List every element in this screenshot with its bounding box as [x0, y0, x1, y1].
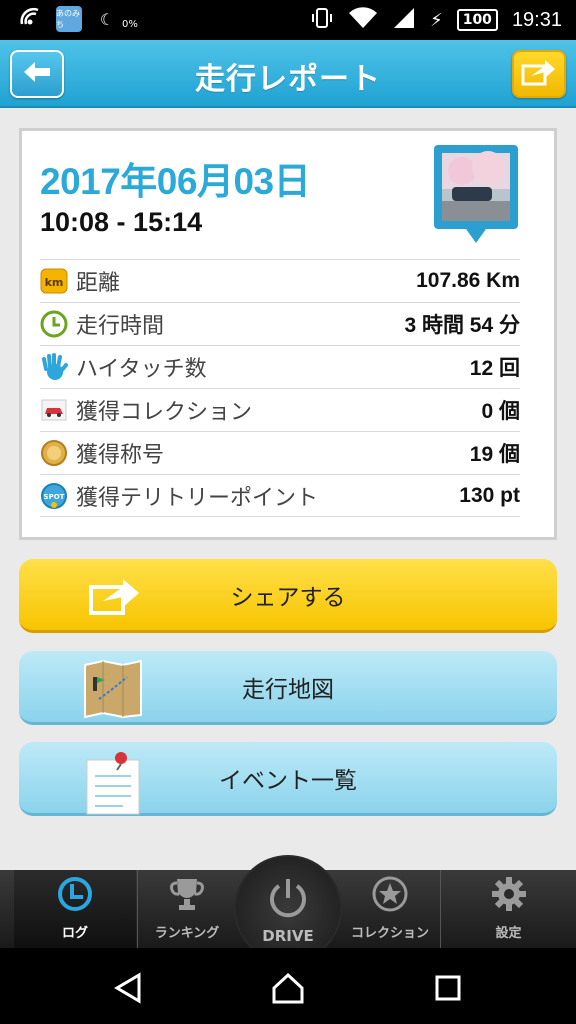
- drive-button[interactable]: DRIVE: [234, 855, 342, 963]
- system-nav-bar: [0, 948, 576, 1024]
- row-distance: km 距離 107.86 Km: [40, 259, 520, 302]
- tab-log[interactable]: ログ: [14, 870, 136, 948]
- drive-map-button[interactable]: 走行地図: [19, 651, 557, 725]
- status-clock: 19:31: [511, 8, 562, 31]
- nav-recents-icon[interactable]: [428, 968, 468, 1008]
- car-icon: [40, 396, 68, 424]
- vibrate-icon: [310, 6, 334, 34]
- report-card: 2017年06月03日 10:08 - 15:14 km 距離 107.86 K…: [19, 128, 557, 540]
- svg-text:SPOT: SPOT: [44, 493, 65, 501]
- share-label: シェアする: [230, 584, 346, 611]
- share-button[interactable]: シェアする: [19, 559, 557, 633]
- event-list-label: イベント一覧: [219, 767, 357, 794]
- header-share-button[interactable]: [512, 50, 566, 98]
- log-clock-icon: [56, 875, 94, 917]
- charging-icon: ⚡: [430, 9, 443, 31]
- tab-settings[interactable]: 設定: [441, 870, 576, 948]
- trophy-icon: [169, 875, 205, 917]
- moon-icon: ☾: [99, 9, 115, 29]
- app-header: 走行レポート: [0, 40, 576, 108]
- star-circle-icon: [371, 875, 409, 917]
- row-drive-time: 走行時間 3 時間 54 分: [40, 302, 520, 345]
- memo-pin-icon: [83, 750, 143, 815]
- nav-back-icon[interactable]: [108, 968, 148, 1008]
- signal-icon: [392, 6, 416, 34]
- status-bar: あのみち ☾ 0% ⚡ 100 19:31: [0, 0, 576, 40]
- photo-pin-thumbnail[interactable]: [432, 143, 520, 253]
- clock-icon: [40, 310, 68, 338]
- share-icon: [521, 58, 557, 90]
- app-badge-icon: あのみち: [56, 6, 82, 32]
- svg-text:km: km: [45, 276, 64, 289]
- battery-level: 100: [456, 9, 498, 31]
- page-title: 走行レポート: [195, 62, 381, 97]
- km-icon: km: [40, 267, 68, 295]
- row-territory-points: SPOT 獲得テリトリーポイント 130 pt: [40, 474, 520, 517]
- wifi-call-icon: [18, 6, 44, 32]
- event-list-button[interactable]: イベント一覧: [19, 742, 557, 816]
- hand-icon: [40, 353, 68, 381]
- gear-icon: [490, 875, 528, 917]
- tab-ranking[interactable]: ランキング: [137, 870, 237, 948]
- status-percent: 0%: [122, 18, 138, 30]
- map-icon: [83, 659, 143, 719]
- wifi-icon: [348, 6, 378, 34]
- row-titles: 獲得称号 19 個: [40, 431, 520, 474]
- report-time-range: 10:08 - 15:14: [40, 207, 203, 237]
- nav-home-icon[interactable]: [268, 968, 308, 1008]
- drive-map-label: 走行地図: [242, 676, 334, 703]
- medal-icon: [40, 439, 68, 467]
- share-icon: [83, 567, 143, 627]
- row-collection: 獲得コレクション 0 個: [40, 388, 520, 431]
- power-icon: [266, 876, 310, 924]
- spot-icon: SPOT: [40, 482, 68, 510]
- report-date: 2017年06月03日: [40, 161, 311, 202]
- tab-collection[interactable]: コレクション: [342, 870, 438, 948]
- row-high-touch: ハイタッチ数 12 回: [40, 345, 520, 388]
